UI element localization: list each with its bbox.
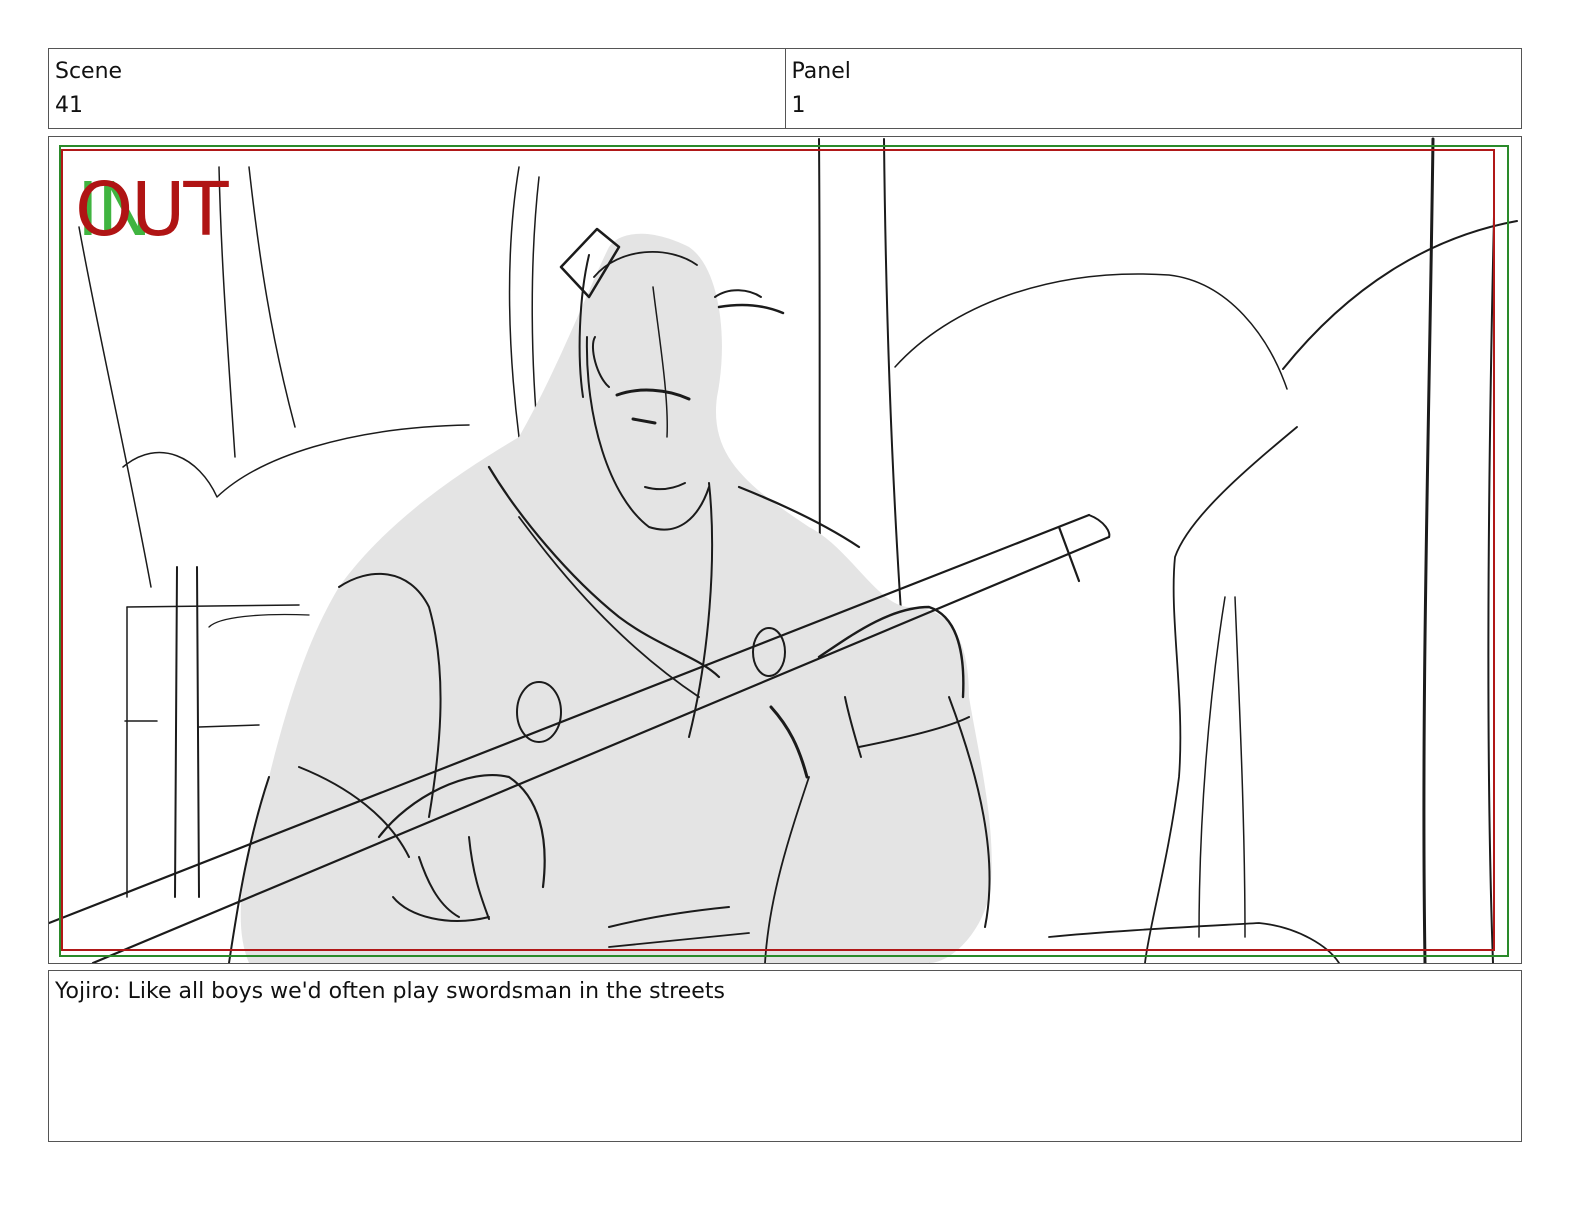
dialogue-text: Yojiro: Like all boys we'd often play sw… [55,979,725,1004]
dialogue-caption-box: Yojiro: Like all boys we'd often play sw… [48,970,1522,1142]
panel-number: 1 [791,93,806,118]
storyboard-panel-image: IN OUT [48,136,1522,964]
scene-label: Scene [55,59,123,84]
title-safe-frame [61,149,1495,951]
panel-cell: Panel 1 [784,49,1522,128]
scene-cell: Scene 41 [49,49,785,128]
out-transition-marker: OUT [75,167,229,253]
panel-label: Panel [791,59,851,84]
scene-panel-header: Scene 41 Panel 1 [48,48,1522,129]
scene-number: 41 [55,93,83,118]
